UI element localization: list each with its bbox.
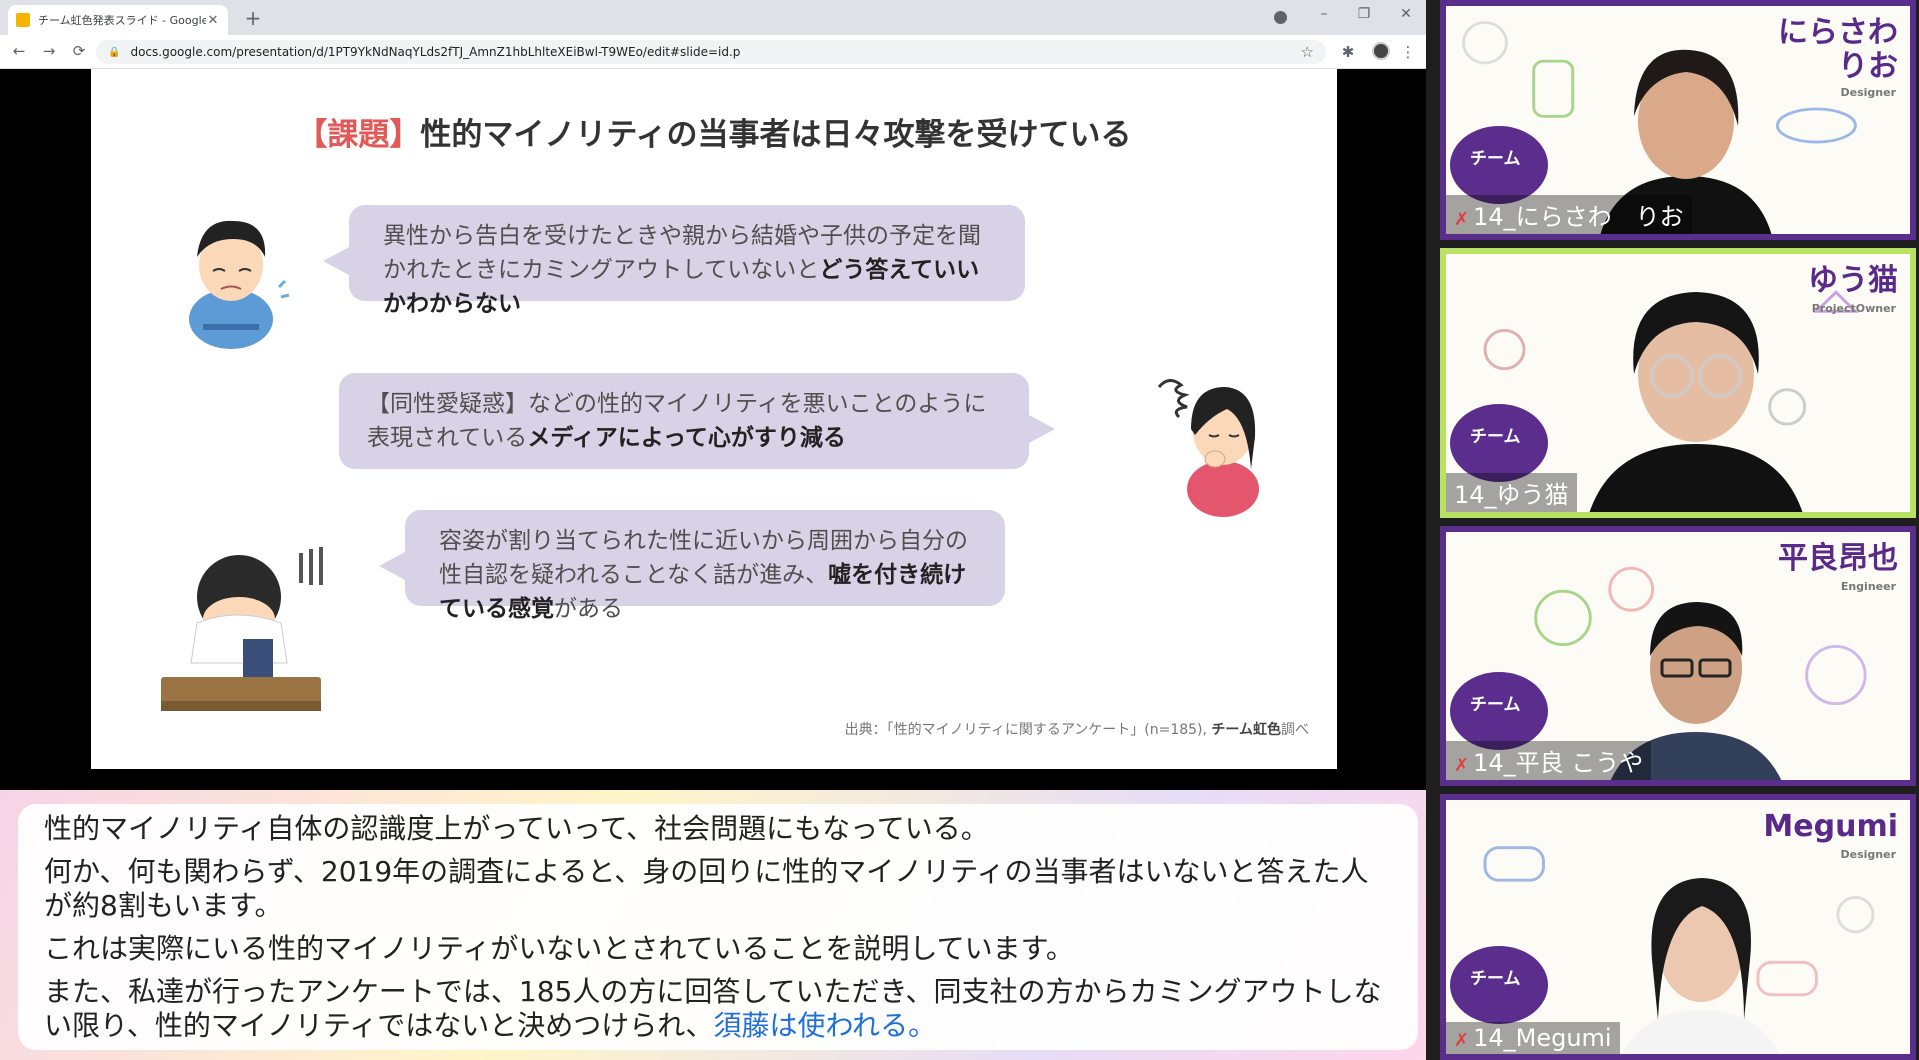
mic-muted-icon: ✗ bbox=[1454, 209, 1470, 230]
browser-menu-icon[interactable]: ⋮ bbox=[1398, 43, 1418, 61]
bubble-2-bold: メディアによって心がすり減る bbox=[527, 425, 846, 451]
new-tab-button[interactable]: + bbox=[242, 6, 264, 30]
slide-title: 【課題】性的マイノリティの当事者は日々攻撃を受けている bbox=[91, 109, 1337, 154]
forward-button[interactable]: → bbox=[38, 42, 60, 60]
source-team: チーム虹色 bbox=[1211, 722, 1281, 738]
media-indicator-icon[interactable] bbox=[1274, 11, 1287, 24]
participant-2-name: ゆう猫 bbox=[1808, 263, 1898, 298]
participant-1-name: にらさわ りお bbox=[1778, 16, 1898, 84]
slide-source-note: 出典：「性的マイノリティに関するアンケート」(n=185), チーム虹色調べ bbox=[845, 719, 1309, 739]
participant-3-label-text: 14_平良 こうや bbox=[1473, 749, 1644, 777]
minimize-button[interactable]: – bbox=[1310, 6, 1338, 22]
participant-1-label-text: 14_にらさわ りお bbox=[1473, 203, 1684, 231]
tired-woman-illustration bbox=[1157, 379, 1259, 517]
participant-4-label-text: 14_Megumi bbox=[1473, 1024, 1612, 1052]
caption-line-1: 性的マイノリティ自体の認識度上がっていって、社会問題にもなっている。 bbox=[44, 812, 989, 845]
speech-bubble-1: 異性から告白を受けたときや親から結婚や子供の予定を聞かれたときにカミングアウトし… bbox=[323, 205, 1025, 317]
lock-icon: 🔒 bbox=[108, 46, 121, 58]
back-button[interactable]: ← bbox=[8, 42, 30, 60]
presentation-slide: 【課題】性的マイノリティの当事者は日々攻撃を受けている 異性から告白を受けたとき… bbox=[91, 69, 1337, 769]
url-text: docs.google.com/presentation/d/1PT9YkNdN… bbox=[130, 45, 741, 59]
caption-panel: 性的マイノリティ自体の認識度上がっていって、社会問題にもなっている。 何か、何も… bbox=[0, 790, 1426, 1060]
participant-1-label: ✗ 14_にらさわ りお bbox=[1446, 195, 1692, 234]
extensions-icon[interactable]: ✱ bbox=[1338, 43, 1358, 61]
participants-panel: にらさわ りお Designer チーム ✗ 14_にらさわ りお ゆう猫 Proj… bbox=[1426, 0, 1919, 1060]
restore-button[interactable]: ❐ bbox=[1350, 6, 1378, 22]
address-bar[interactable]: 🔒 docs.google.com/presentation/d/1PT9YkN… bbox=[96, 40, 1326, 64]
participant-1-name-line2: りお bbox=[1838, 49, 1898, 84]
team-badge: チーム bbox=[1450, 946, 1548, 1024]
bubble-3-after: がある bbox=[554, 596, 623, 622]
browser-toolbar: ← → ⟳ 🔒 docs.google.com/presentation/d/1… bbox=[0, 35, 1426, 69]
bookmark-star-icon[interactable]: ☆ bbox=[1301, 43, 1314, 61]
browser-window: チーム虹色発表スライド - Google Sl ✕ + – ❐ ✕ ← → ⟳ … bbox=[0, 0, 1426, 790]
caption-box: 性的マイノリティ自体の認識度上がっていって、社会問題にもなっている。 何か、何も… bbox=[18, 804, 1418, 1050]
caption-line-3: これは実際にいる性的マイノリティがいないとされていることを説明しています。 bbox=[44, 932, 1074, 965]
participant-3-label: ✗ 14_平良 こうや bbox=[1446, 741, 1652, 780]
participant-2-role: ProjectOwner bbox=[1811, 302, 1896, 315]
participant-1-name-line1: にらさわ bbox=[1778, 15, 1898, 50]
speech-bubble-3: 容姿が割り当てられた性に近いから周囲から自分の性自認を疑われることなく話が進み、… bbox=[379, 510, 1005, 622]
caption-line-2: 何か、何も関わらず、2019年の調査によると、身の回りに性的マイノリティの当事者… bbox=[44, 855, 1369, 922]
team-badge: チーム bbox=[1450, 126, 1548, 204]
participant-3-role: Engineer bbox=[1840, 580, 1896, 593]
close-window-button[interactable]: ✕ bbox=[1392, 6, 1420, 22]
depressed-person-illustration bbox=[161, 547, 323, 711]
slide-title-text: 性的マイノリティの当事者は日々攻撃を受けている bbox=[420, 117, 1132, 153]
tab-title: チーム虹色発表スライド - Google Sl bbox=[38, 14, 206, 27]
speech-bubble-2: 【同性愛疑惑】などの性的マイノリティを悪いことのように表現されているメディアによ… bbox=[339, 373, 1055, 469]
team-badge: チーム bbox=[1450, 404, 1548, 482]
participant-tile-3[interactable]: 平良昂也 Engineer チーム ✗ 14_平良 こうや bbox=[1440, 526, 1916, 786]
mic-muted-icon: ✗ bbox=[1454, 1030, 1470, 1051]
participant-tile-2[interactable]: ゆう猫 ProjectOwner チーム 14_ゆう猫 bbox=[1440, 248, 1916, 518]
participant-4-name: Megumi bbox=[1763, 809, 1898, 844]
tab-close-icon[interactable]: ✕ bbox=[206, 13, 220, 28]
participant-video-4 bbox=[1622, 878, 1780, 1054]
profile-avatar[interactable] bbox=[1372, 42, 1390, 60]
source-suffix: 調べ bbox=[1281, 722, 1309, 738]
participant-4-label: ✗ 14_Megumi bbox=[1446, 1022, 1620, 1054]
browser-tab[interactable]: チーム虹色発表スライド - Google Sl ✕ bbox=[8, 5, 228, 35]
tab-bar: チーム虹色発表スライド - Google Sl ✕ + – ❐ ✕ bbox=[0, 0, 1426, 35]
confused-man-illustration bbox=[189, 220, 290, 349]
participant-video-2 bbox=[1589, 292, 1803, 512]
slides-favicon-icon bbox=[16, 13, 30, 27]
team-badge: チーム bbox=[1450, 672, 1548, 750]
reload-button[interactable]: ⟳ bbox=[68, 42, 90, 60]
mic-muted-icon: ✗ bbox=[1454, 755, 1470, 776]
participant-tile-4[interactable]: Megumi Designer チーム ✗ 14_Megumi bbox=[1440, 794, 1916, 1060]
participant-4-role: Designer bbox=[1840, 848, 1897, 861]
source-prefix: 出典：「性的マイノリティに関するアンケート」(n=185), bbox=[844, 722, 1212, 738]
participant-1-role: Designer bbox=[1840, 86, 1897, 99]
participant-3-name: 平良昂也 bbox=[1778, 541, 1898, 576]
caption-line-4: また、私達が行ったアンケートでは、185人の方に回答していただき、同支社の方から… bbox=[44, 975, 1392, 1043]
slide-title-bracket: 【課題】 bbox=[296, 117, 421, 153]
caption-highlight: 須藤は使われる。 bbox=[713, 1009, 937, 1042]
participant-2-label: 14_ゆう猫 bbox=[1446, 473, 1577, 512]
participant-tile-1[interactable]: にらさわ りお Designer チーム ✗ 14_にらさわ りお bbox=[1440, 0, 1916, 240]
